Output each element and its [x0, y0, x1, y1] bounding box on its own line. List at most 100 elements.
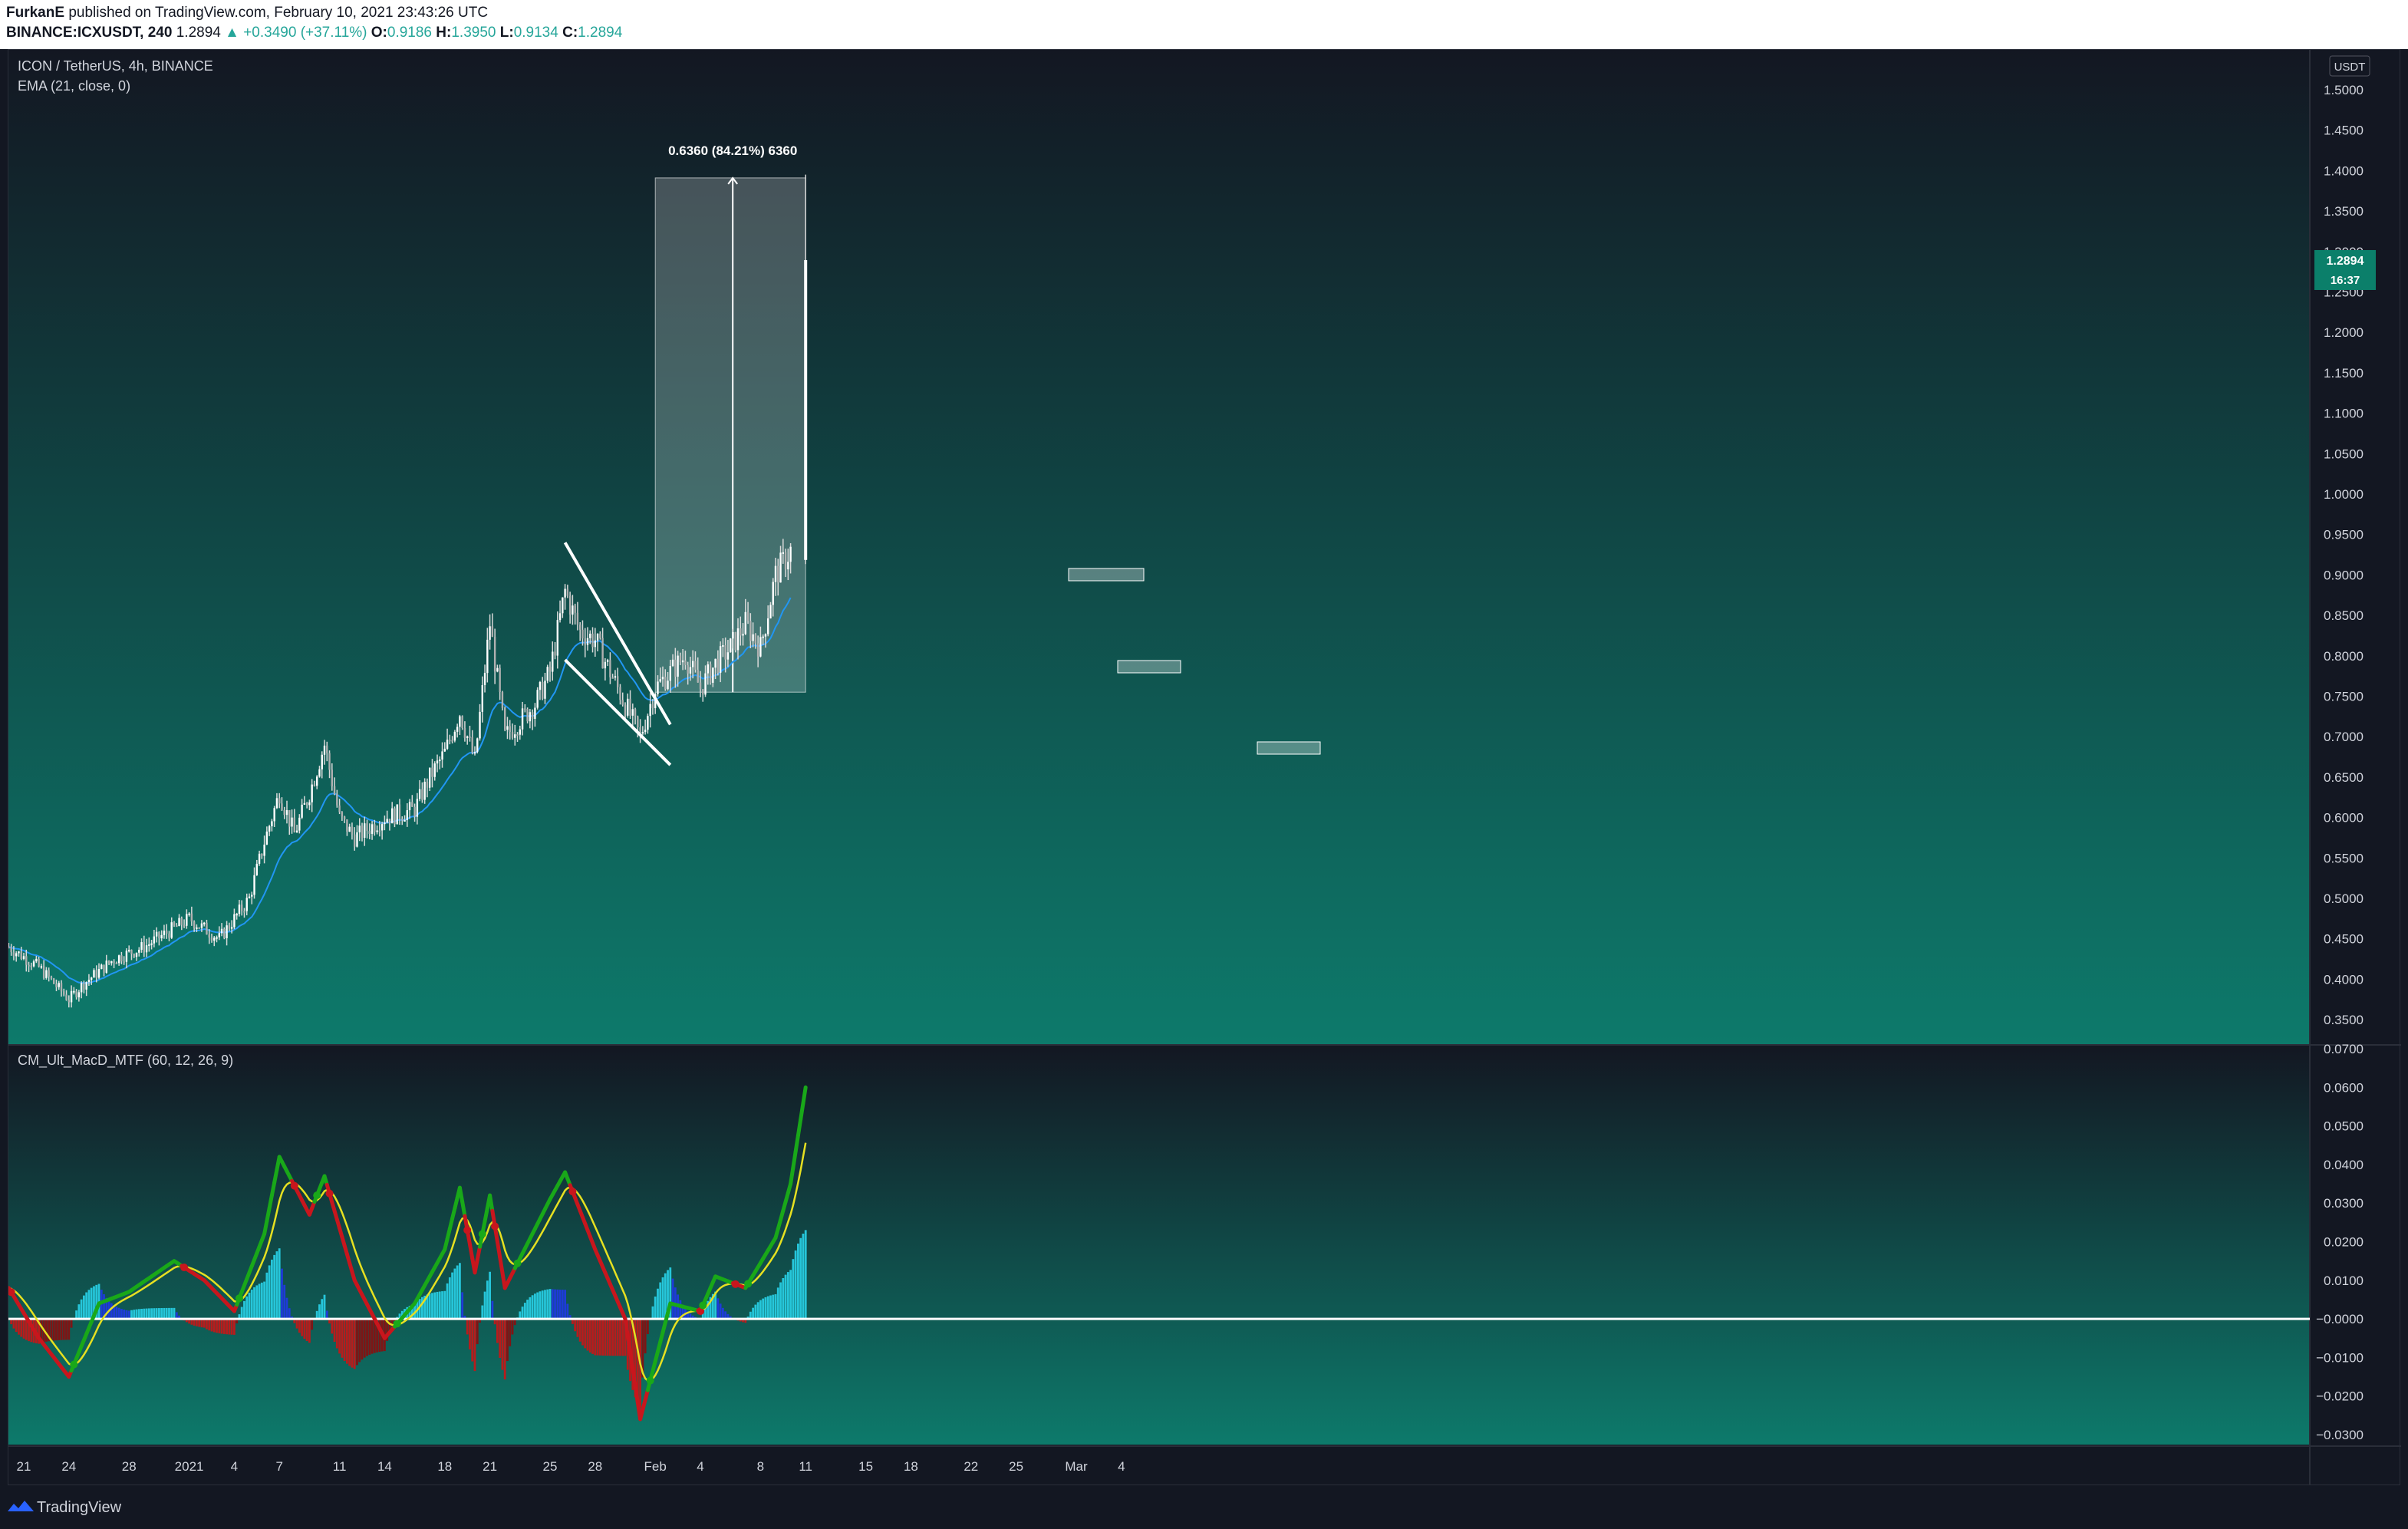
- chart-area[interactable]: ICON / TetherUS, 4h, BINANCE EMA (21, cl…: [6, 49, 2401, 1486]
- macd-segment: [623, 1316, 630, 1338]
- measure-box[interactable]: [654, 177, 806, 693]
- time-axis[interactable]: 21 24 28 2021 4 7 11 14 18 21 25 28 Feb 4 8 11 15 18 22 25 M…: [17, 1459, 1125, 1474]
- macd-hist-bar: [125, 1310, 128, 1320]
- candle-body: [180, 918, 183, 925]
- macd-hist-bar: [772, 1294, 775, 1320]
- macd-hist-bar: [147, 1308, 150, 1320]
- macd-hist-bar: [353, 1319, 356, 1369]
- candle-body: [406, 810, 408, 820]
- candle-body: [716, 658, 720, 673]
- candle-body: [408, 802, 411, 811]
- price-tick-label: 0.6500: [2324, 770, 2364, 785]
- wedge-highlight-box-1[interactable]: [1068, 568, 1145, 582]
- candle-body: [631, 709, 634, 716]
- macd-hist-bar: [12, 1319, 15, 1329]
- macd-hist-bar: [206, 1319, 208, 1330]
- time-tick-label: Mar: [1065, 1459, 1088, 1474]
- candle-body: [804, 259, 808, 560]
- ema-legend[interactable]: EMA (21, close, 0): [18, 78, 130, 94]
- macd-cross-dot: [290, 1181, 298, 1190]
- macd-hist-bar: [371, 1319, 374, 1354]
- macd-hist-bar: [531, 1295, 534, 1320]
- candle-body: [453, 731, 456, 741]
- candle-body: [216, 937, 218, 939]
- time-tick-label: 21: [483, 1459, 497, 1474]
- macd-hist-bar: [509, 1319, 512, 1346]
- price-scale[interactable]: 1.50001.45001.40001.35001.30001.25001.20…: [2324, 83, 2364, 1027]
- macd-hist-bar: [263, 1281, 265, 1320]
- candle-body: [91, 977, 93, 980]
- candle-body: [689, 667, 692, 674]
- macd-segment: [267, 1193, 274, 1211]
- candle-body: [288, 809, 291, 827]
- macd-hist-bar: [584, 1319, 587, 1349]
- publish-header: FurkanE published on TradingView.com, Fe…: [0, 0, 2408, 49]
- time-tick-label: 25: [1009, 1459, 1023, 1474]
- macd-hist-bar: [90, 1287, 93, 1320]
- high-label: H:: [436, 25, 452, 41]
- macd-segment: [793, 1133, 800, 1154]
- candle-body: [77, 992, 81, 997]
- macd-hist-bar: [752, 1307, 754, 1320]
- candle-body: [298, 817, 301, 831]
- candle-body: [449, 740, 451, 742]
- candle-body: [416, 799, 419, 817]
- chart-svg[interactable]: ICON / TetherUS, 4h, BINANCE EMA (21, cl…: [6, 50, 2401, 1486]
- macd-hist-bar: [523, 1303, 526, 1320]
- macd-hist-bar: [331, 1319, 334, 1334]
- macd-hist-bar: [58, 1319, 61, 1340]
- main-legend-title[interactable]: ICON / TetherUS, 4h, BINANCE: [18, 58, 213, 74]
- macd-hist-bar: [461, 1292, 464, 1320]
- candle-body: [767, 618, 769, 634]
- macd-hist-bar: [278, 1248, 281, 1320]
- macd-hist-bar: [521, 1307, 524, 1320]
- macd-hist-bar: [303, 1319, 306, 1340]
- author-name[interactable]: FurkanE: [6, 5, 64, 21]
- candle-body: [333, 786, 336, 795]
- candle-body: [687, 664, 689, 674]
- candle-body: [601, 638, 604, 669]
- macd-hist-bar: [774, 1293, 777, 1320]
- wedge-highlight-box-3[interactable]: [1257, 741, 1321, 755]
- candle-body: [589, 633, 591, 638]
- macd-hist-bar: [275, 1251, 278, 1320]
- time-tick-label: 8: [757, 1459, 764, 1474]
- candle-body: [483, 673, 486, 686]
- candle-body: [581, 629, 584, 639]
- macd-hist-bar: [664, 1273, 667, 1320]
- candle-body: [55, 984, 58, 987]
- candle-body: [396, 804, 398, 825]
- macd-cross-dot: [235, 1294, 243, 1303]
- footer-brand[interactable]: TradingView: [37, 1499, 121, 1517]
- candle-body: [699, 682, 702, 690]
- candle-body: [265, 831, 268, 845]
- candle-body: [326, 745, 328, 753]
- price-tick-label: 0.9500: [2324, 528, 2364, 542]
- macd-hist-bar: [766, 1296, 769, 1320]
- macd-scale[interactable]: 0.0700 0.0600 0.0500 0.0400 0.0300 0.0200 0.01…: [2316, 1042, 2364, 1442]
- macd-legend[interactable]: CM_Ult_MacD_MTF (60, 12, 26, 9): [18, 1053, 233, 1069]
- macd-hist-bar: [716, 1298, 720, 1320]
- close-value: 1.2894: [578, 25, 623, 41]
- macd-hist-bar: [301, 1319, 303, 1336]
- candle-body: [68, 1000, 70, 1003]
- wedge-highlight-box-2[interactable]: [1117, 660, 1181, 674]
- candle-body: [208, 934, 210, 938]
- macd-segment: [498, 1255, 505, 1275]
- candle-body: [135, 952, 138, 957]
- candle-body: [60, 983, 63, 992]
- macd-hist-bar: [526, 1300, 529, 1320]
- tradingview-logo-icon[interactable]: [6, 1498, 35, 1514]
- price-tick-label: 1.0500: [2324, 447, 2364, 461]
- candle-body: [58, 983, 60, 987]
- macd-hist-bar: [792, 1259, 795, 1320]
- macd-tick-label: 0.0100: [2324, 1274, 2364, 1288]
- macd-hist-bar: [351, 1319, 354, 1368]
- macd-hist-bar: [797, 1243, 799, 1320]
- low-label: L:: [499, 25, 514, 41]
- candle-body: [782, 552, 784, 554]
- macd-hist-bar: [471, 1319, 474, 1362]
- macd-hist-bar: [431, 1293, 433, 1320]
- candle-body: [293, 817, 295, 832]
- candle-body: [200, 923, 203, 928]
